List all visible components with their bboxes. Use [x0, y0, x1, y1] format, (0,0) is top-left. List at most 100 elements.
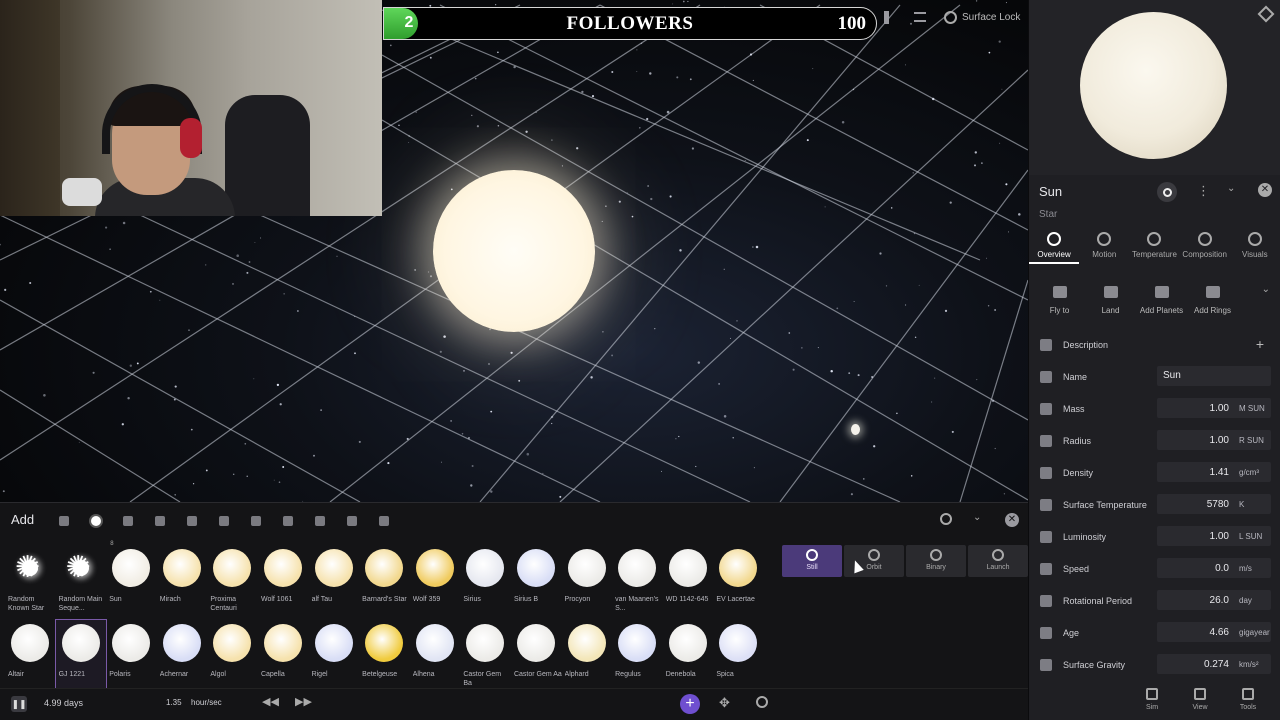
mode-still[interactable]: Still [782, 545, 842, 577]
edit-icon[interactable]: ✥ [719, 695, 730, 711]
prop-description[interactable]: Description + [1029, 333, 1280, 365]
time-rate-value[interactable]: 1.35 [166, 698, 182, 707]
category-particles[interactable] [336, 511, 368, 531]
star-item[interactable]: Algol [207, 620, 257, 695]
star-item[interactable]: Random Known Star [5, 545, 55, 620]
slower-button[interactable]: ◀◀ [262, 695, 279, 708]
land-button[interactable]: Land [1085, 282, 1136, 322]
expand-actions-icon[interactable]: ⌄ [1262, 284, 1270, 295]
add-rings-button[interactable]: Add Rings [1187, 282, 1238, 322]
object-preview[interactable] [1029, 0, 1280, 175]
luminosity-field[interactable]: 1.00 L SUN [1157, 526, 1271, 546]
star-item[interactable]: Wolf 1061 [258, 545, 308, 620]
chevron-down-icon[interactable]: ⌄ [973, 512, 981, 523]
faster-button[interactable]: ▶▶ [295, 695, 312, 708]
mode-binary[interactable]: Binary [906, 545, 966, 577]
star-item[interactable]: Random Main Seque... [56, 545, 106, 620]
star-item[interactable]: Regulus [612, 620, 662, 695]
surface-lock-icon [944, 10, 957, 24]
add-planets-button[interactable]: Add Planets [1136, 282, 1187, 322]
age-field[interactable]: 4.66 gigayear [1157, 622, 1271, 642]
add-description-icon[interactable]: + [1256, 336, 1264, 352]
more-options-icon[interactable]: ⋮ [1197, 183, 1210, 199]
search-icon[interactable] [940, 513, 952, 525]
background-star [488, 363, 490, 365]
category-favorites[interactable] [48, 511, 80, 531]
star-item[interactable]: Sirius B [511, 545, 561, 620]
category-stars[interactable] [80, 511, 112, 531]
tab-visuals[interactable]: Visuals [1230, 228, 1280, 264]
nav-view[interactable]: View [1176, 684, 1224, 720]
star-item[interactable]: EV Lacertae [713, 545, 763, 620]
name-field[interactable]: Sun [1157, 366, 1271, 386]
star-item[interactable]: Altair [5, 620, 55, 695]
star-item[interactable]: Polaris [106, 620, 156, 695]
mode-launch[interactable]: Launch [968, 545, 1028, 577]
category-spacecraft[interactable] [208, 511, 240, 531]
close-add-panel-button[interactable]: ✕ [1005, 513, 1019, 527]
star-item[interactable]: Spica [713, 620, 763, 695]
add-button[interactable]: + [680, 694, 700, 714]
category-galaxies[interactable] [240, 511, 272, 531]
pin-tool[interactable] [884, 7, 898, 27]
star-item[interactable]: van Maanen's S... [612, 545, 662, 620]
category-people[interactable] [304, 511, 336, 531]
layers-icon[interactable] [1257, 5, 1275, 23]
category-planets[interactable] [112, 511, 144, 531]
visibility-button[interactable] [1157, 182, 1177, 202]
nav-sim[interactable]: Sim [1128, 684, 1176, 720]
star-item[interactable]: Achernar [157, 620, 207, 695]
star-item[interactable]: Rigel [309, 620, 359, 695]
star-item[interactable]: Capella [258, 620, 308, 695]
category-blackholes[interactable] [272, 511, 304, 531]
background-star [105, 226, 108, 229]
category-asteroids[interactable] [176, 511, 208, 531]
distant-star[interactable] [851, 424, 860, 435]
background-star [736, 320, 738, 322]
radius-field[interactable]: 1.00 R SUN [1157, 430, 1271, 450]
chevron-down-icon[interactable]: ⌄ [1227, 183, 1235, 194]
star-item[interactable]: Betelgeuse [359, 620, 409, 695]
fly-to-button[interactable]: Fly to [1034, 282, 1085, 322]
star-item[interactable]: Barnard's Star [359, 545, 409, 620]
star-item[interactable]: Alhena [410, 620, 460, 695]
star-thumbnail [314, 549, 353, 587]
density-field[interactable]: 1.41 g/cm³ [1157, 462, 1271, 482]
star-item-label: EV Lacertae [716, 596, 755, 603]
star-item[interactable]: Wolf 359 [410, 545, 460, 620]
adjust-tool[interactable] [914, 7, 928, 27]
star-item[interactable]: alf Tau [309, 545, 359, 620]
rotational-period-field[interactable]: 26.0 day [1157, 590, 1271, 610]
star-item[interactable]: Procyon [562, 545, 612, 620]
star-item[interactable]: Denebola [663, 620, 713, 695]
close-panel-button[interactable]: ✕ [1258, 183, 1272, 197]
star-item[interactable]: 8 Sun [106, 541, 156, 620]
star-item[interactable]: Mirach [157, 545, 207, 620]
tab-overview[interactable]: Overview [1029, 228, 1080, 264]
star-item[interactable]: Sirius [460, 545, 510, 620]
tab-temperature[interactable]: Temperature [1129, 228, 1179, 264]
tab-composition[interactable]: Composition [1180, 228, 1230, 264]
star-item[interactable]: GJ 1221 [54, 619, 107, 696]
star-item[interactable]: Proxima Centauri [207, 545, 257, 620]
surface-temperature-field[interactable]: 5780 K [1157, 494, 1271, 514]
search-icon[interactable] [756, 696, 768, 708]
sun-body[interactable] [433, 170, 595, 332]
preview-sun [1080, 12, 1227, 159]
category-misc[interactable] [368, 511, 400, 531]
star-item[interactable]: Castor Gem Aa [511, 620, 562, 695]
star-item-label: Random Main Seque... [58, 596, 103, 612]
surface-gravity-field[interactable]: 0.274 km/s² [1157, 654, 1271, 674]
prop-age-label: Age [1063, 628, 1080, 638]
pause-button[interactable]: ❚❚ [11, 696, 27, 712]
star-item[interactable]: Castor Gem Ba [460, 620, 510, 695]
category-moons[interactable] [144, 511, 176, 531]
nav-tools[interactable]: Tools [1224, 684, 1272, 720]
mass-field[interactable]: 1.00 M SUN [1157, 398, 1271, 418]
speed-field[interactable]: 0.0 m/s [1157, 558, 1271, 578]
star-item[interactable]: WD 1142-645 [663, 545, 713, 620]
star-item[interactable]: Alphard [562, 620, 612, 695]
surface-lock-button[interactable]: Surface Lock [944, 7, 1026, 27]
tab-motion[interactable]: Motion [1079, 228, 1129, 264]
background-star [863, 478, 865, 480]
